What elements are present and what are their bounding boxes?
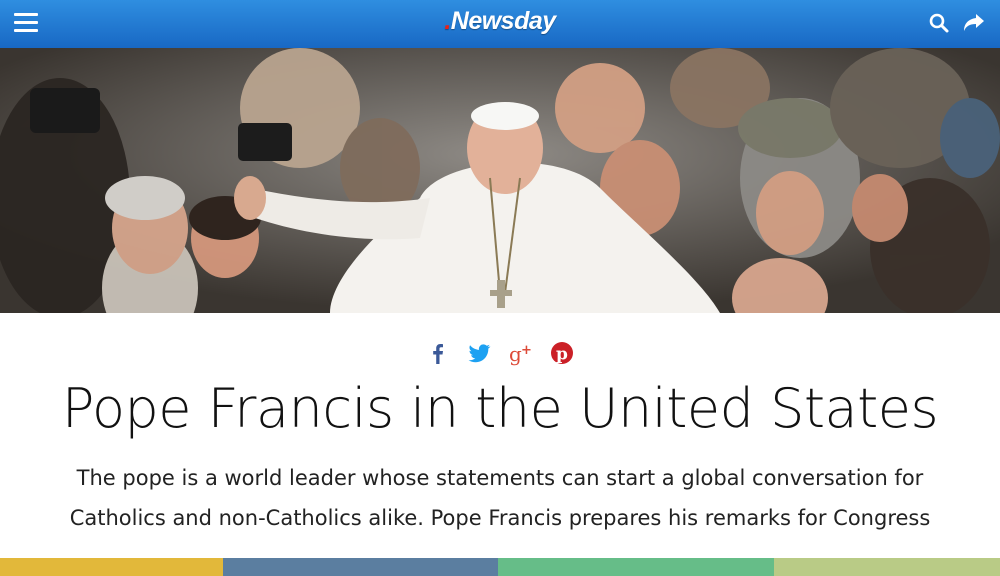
section-color-bar [0,558,1000,576]
share-arrow-icon[interactable] [962,12,986,34]
article-title: Pope Francis in the United States [61,377,939,440]
search-icon[interactable] [928,12,950,34]
svg-text:p: p [556,345,568,365]
color-segment-yellow [0,558,223,576]
facebook-icon[interactable] [425,340,451,366]
social-share-bar: g + p [0,340,1000,370]
pinterest-icon[interactable]: p [549,340,575,366]
top-nav-bar: .Newsday [0,0,1000,49]
article-dek: The pope is a world leader whose stateme… [40,458,960,538]
color-segment-green [498,558,774,576]
color-segment-blue [223,558,498,576]
dek-line-2: Catholics and non-Catholics alike. Pope … [69,506,931,530]
twitter-icon[interactable] [466,340,492,366]
google-plus-icon[interactable]: g + [508,340,534,366]
color-segment-olive [774,558,1000,576]
logo-text: Newsday [450,7,556,35]
hero-image [0,48,1000,313]
svg-text:+: + [521,343,532,358]
dek-line-1: The pope is a world leader whose stateme… [76,466,924,490]
newsday-logo[interactable]: .Newsday [0,7,1000,36]
